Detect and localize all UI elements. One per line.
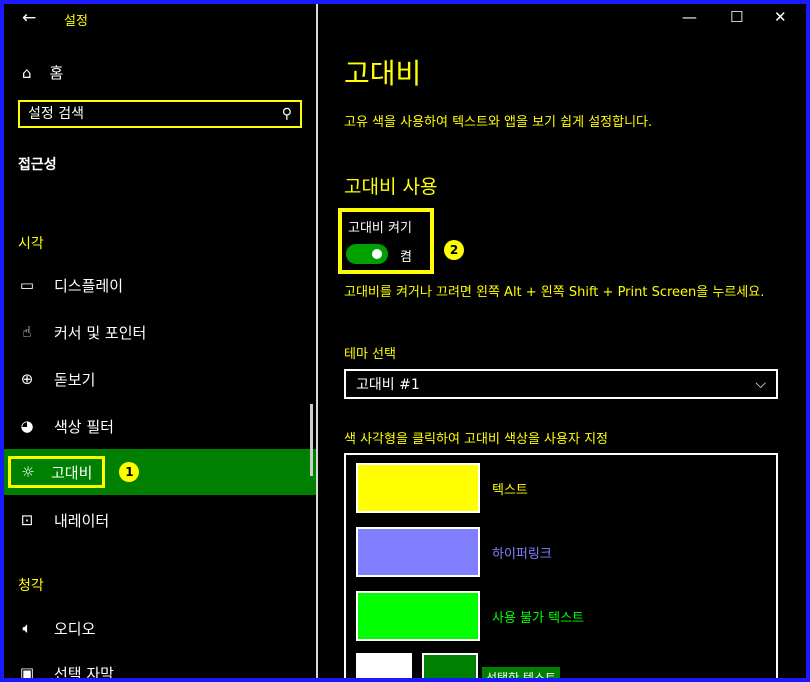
step-badge-2: 2 [444, 240, 464, 260]
sidebar-item-label: 색상 필터 [54, 417, 114, 436]
home-icon: ⌂ [22, 63, 32, 82]
group-label-vision: 시각 [18, 236, 44, 252]
swatch-selected-fg[interactable] [356, 653, 412, 678]
caption-icon: ▣ [19, 664, 35, 682]
sidebar-item-label: 내레이터 [54, 511, 110, 530]
theme-select-value: 고대비 #1 [356, 377, 420, 393]
theme-label: 테마 선택 [344, 347, 396, 362]
swatch-label: 사용 불가 텍스트 [492, 610, 584, 626]
sidebar-item-label: 오디오 [54, 619, 96, 638]
sidebar-item-color-filter[interactable]: ◕ 색상 필터 [18, 407, 308, 445]
sun-icon: ☼ [21, 463, 35, 481]
toggle-knob [372, 249, 382, 259]
chevron-down-icon: ⌵ [755, 376, 766, 392]
sidebar-item-magnifier[interactable]: ⊕ 돋보기 [18, 360, 308, 398]
section-title: 접근성 [18, 157, 57, 173]
cursor-icon: ☝ [22, 323, 32, 341]
sidebar-item-label: 디스플레이 [54, 276, 124, 295]
sidebar-item-display[interactable]: ▭ 디스플레이 [18, 266, 308, 304]
swatch-row-text: 텍스트 [356, 463, 528, 513]
swatch-label: 텍스트 [492, 482, 528, 498]
sidebar-item-captions[interactable]: ▣ 선택 자막 [18, 654, 308, 682]
speaker-icon: 🔈︎ [22, 619, 32, 637]
sidebar-item-label: 커서 및 포인터 [54, 323, 147, 342]
search-icon[interactable]: ⚲ [282, 106, 292, 122]
nav-home[interactable]: ⌂ 홈 [22, 62, 63, 83]
close-button[interactable]: ✕ [774, 8, 787, 26]
sidebar-item-label: 고대비 [51, 463, 93, 482]
narrator-icon: ⊡ [20, 511, 34, 529]
group-label-hearing: 청각 [18, 578, 44, 594]
search-box[interactable]: ⚲ [18, 100, 302, 128]
sidebar-item-label: 선택 자막 [54, 664, 114, 682]
toggle-label: 고대비 켜기 [348, 221, 412, 236]
minimize-button[interactable]: — [682, 8, 697, 26]
swatch-label: 선택한 텍스트 [482, 667, 561, 678]
highlight-box: ☼ 고대비 [8, 456, 106, 488]
swatch-row-disabled: 사용 불가 텍스트 [356, 591, 584, 641]
maximize-button[interactable]: ☐ [730, 8, 743, 26]
sidebar-item-audio[interactable]: 🔈︎ 오디오 [18, 609, 308, 647]
sidebar-scrollbar[interactable] [310, 404, 313, 476]
color-swatch-panel: 텍스트 하이퍼링크 사용 불가 텍스트 선택한 텍스트 [344, 453, 778, 678]
search-input[interactable] [28, 106, 282, 122]
swatch-text[interactable] [356, 463, 480, 513]
section-heading: 고대비 사용 [344, 176, 438, 198]
settings-window: ← 설정 ⌂ 홈 ⚲ 접근성 시각 ▭ 디스플레이 ☝ 커서 및 포인터 ⊕ 돋… [0, 0, 810, 682]
sidebar-item-label: 돋보기 [54, 370, 96, 389]
customize-label: 색 사각형을 클릭하여 고대비 색상을 사용자 지정 [344, 432, 608, 447]
sidebar-item-cursor[interactable]: ☝ 커서 및 포인터 [18, 313, 308, 351]
toggle-state: 켬 [400, 250, 412, 265]
back-button[interactable]: ← [22, 8, 36, 28]
swatch-hyperlink[interactable] [356, 527, 480, 577]
main-pane: — ☐ ✕ 고대비 고유 색을 사용하여 텍스트와 앱을 보기 쉽게 설정합니다… [318, 4, 806, 678]
step-badge-1: 1 [119, 462, 140, 482]
high-contrast-toggle[interactable] [346, 244, 388, 264]
swatch-label: 하이퍼링크 [492, 546, 552, 562]
shortcut-hint: 고대비를 켜거나 끄려면 왼쪽 Alt + 왼쪽 Shift + Print S… [344, 285, 765, 300]
nav-home-label: 홈 [49, 64, 64, 82]
sidebar: ← 설정 ⌂ 홈 ⚲ 접근성 시각 ▭ 디스플레이 ☝ 커서 및 포인터 ⊕ 돋… [4, 4, 316, 678]
palette-icon: ◕ [20, 417, 34, 435]
swatch-selected-bg[interactable] [422, 653, 478, 678]
page-description: 고유 색을 사용하여 텍스트와 앱을 보기 쉽게 설정합니다. [344, 115, 653, 130]
sidebar-item-high-contrast[interactable]: ☼ 고대비 1 [4, 449, 316, 495]
window-title: 설정 [64, 14, 88, 29]
high-contrast-toggle-group: 고대비 켜기 켬 [338, 208, 434, 274]
magnifier-icon: ⊕ [20, 370, 34, 388]
page-title: 고대비 [344, 57, 422, 90]
monitor-icon: ▭ [19, 276, 35, 294]
swatch-row-hyperlink: 하이퍼링크 [356, 527, 552, 577]
theme-select[interactable]: 고대비 #1 ⌵ [344, 369, 778, 399]
swatch-disabled-text[interactable] [356, 591, 480, 641]
sidebar-item-narrator[interactable]: ⊡ 내레이터 [18, 501, 308, 539]
swatch-row-selected [356, 653, 478, 678]
